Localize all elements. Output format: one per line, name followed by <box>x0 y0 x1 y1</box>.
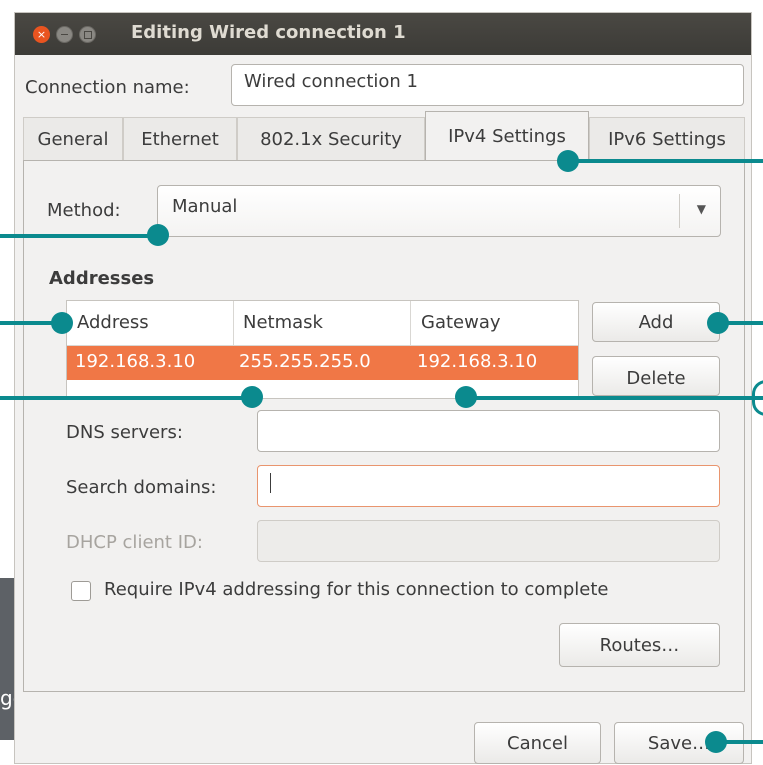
tab-ethernet[interactable]: Ethernet <box>123 117 237 161</box>
callout-dot-method <box>147 224 169 246</box>
callout-dot-tabs <box>557 150 579 172</box>
require-ipv4-checkbox[interactable] <box>71 581 91 601</box>
method-value: Manual <box>172 196 238 217</box>
column-header-netmask[interactable]: Netmask <box>243 312 323 333</box>
routes-button[interactable]: Routes… <box>559 623 720 667</box>
method-label: Method: <box>47 200 121 221</box>
cell-address: 192.168.3.10 <box>75 351 196 372</box>
connection-name-input[interactable]: Wired connection 1 <box>231 64 744 106</box>
callout-line-tabs <box>567 159 763 163</box>
search-domains-input[interactable] <box>257 465 720 507</box>
addresses-table[interactable]: Address Netmask Gateway 192.168.3.10 255… <box>66 300 579 399</box>
minimize-icon[interactable] <box>56 26 73 43</box>
method-dropdown[interactable]: Manual ▼ <box>157 185 721 237</box>
callout-line-gateway <box>466 396 763 400</box>
window-title: Editing Wired connection 1 <box>131 22 406 43</box>
connection-name-label: Connection name: <box>25 77 190 98</box>
dns-servers-input[interactable] <box>257 410 720 452</box>
tab-8021x-security[interactable]: 802.1x Security <box>237 117 425 161</box>
dhcp-client-id-input <box>257 520 720 562</box>
connection-name-value: Wired connection 1 <box>244 71 418 92</box>
column-header-address[interactable]: Address <box>77 312 149 333</box>
callout-dot-address-row <box>241 386 263 408</box>
dropdown-arrow-icon: ▼ <box>696 202 706 216</box>
addresses-heading: Addresses <box>49 268 155 289</box>
callout-line-address-row <box>0 396 252 400</box>
callout-line-method <box>0 234 160 238</box>
callout-dot-save <box>705 731 727 753</box>
tab-general[interactable]: General <box>23 117 123 161</box>
cell-gateway: 192.168.3.10 <box>417 351 538 372</box>
column-header-gateway[interactable]: Gateway <box>421 312 501 333</box>
table-header: Address Netmask Gateway <box>67 301 578 346</box>
search-domains-label: Search domains: <box>66 477 217 498</box>
tab-ipv6-settings[interactable]: IPv6 Settings <box>589 117 745 161</box>
callout-dot-add <box>707 312 729 334</box>
cell-netmask: 255.255.255.0 <box>239 351 371 372</box>
table-row[interactable]: 192.168.3.10 255.255.255.0 192.168.3.10 <box>67 346 578 380</box>
dns-servers-label: DNS servers: <box>66 422 183 443</box>
maximize-icon[interactable] <box>79 26 96 43</box>
close-icon[interactable]: × <box>33 26 50 43</box>
text-cursor <box>270 473 271 493</box>
title-bar[interactable]: × Editing Wired connection 1 <box>15 13 751 55</box>
callout-dot-address-header <box>51 312 73 334</box>
delete-button[interactable]: Delete <box>592 356 720 396</box>
add-button[interactable]: Add <box>592 302 720 342</box>
callout-arc-gateway <box>752 380 763 416</box>
require-ipv4-label[interactable]: Require IPv4 addressing for this connect… <box>104 579 608 600</box>
dhcp-client-id-label: DHCP client ID: <box>66 532 203 553</box>
callout-dot-gateway <box>455 386 477 408</box>
cancel-button[interactable]: Cancel <box>474 722 601 764</box>
